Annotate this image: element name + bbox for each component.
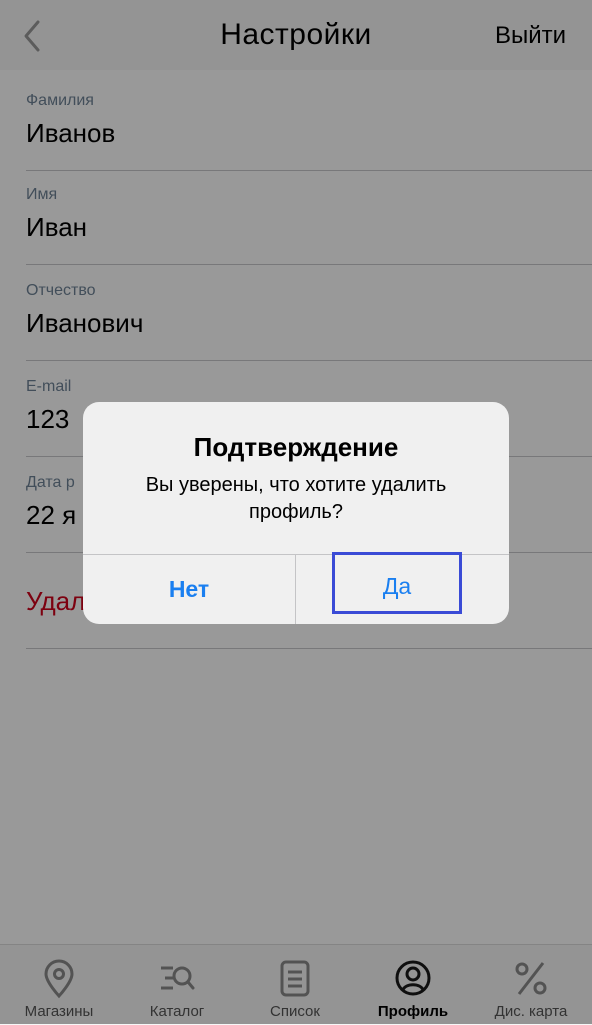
confirm-dialog: Подтверждение Вы уверены, что хотите уда… xyxy=(83,402,509,624)
confirm-button[interactable]: Да xyxy=(332,552,462,614)
dialog-title: Подтверждение xyxy=(193,432,399,462)
dialog-message: Вы уверены, что хотите удалить профиль? xyxy=(145,474,447,523)
cancel-button[interactable]: Нет xyxy=(83,555,295,624)
dialog-button-divider xyxy=(295,554,296,624)
